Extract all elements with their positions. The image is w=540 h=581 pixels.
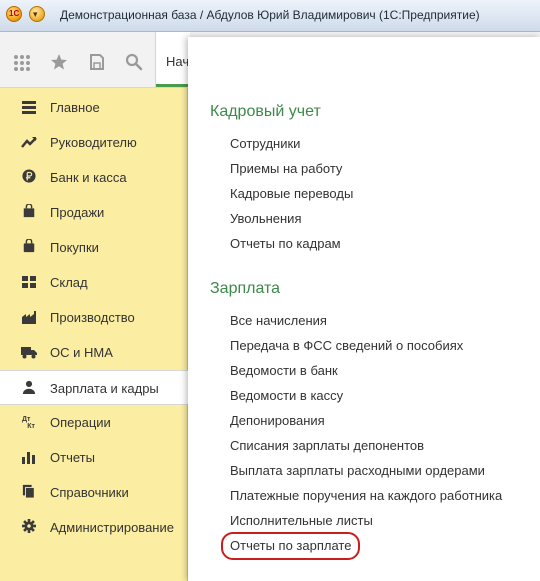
operations-icon: Дт Кт: [22, 416, 36, 428]
sidebar-item-label: Администрирование: [50, 520, 174, 535]
sidebar-item-label: Зарплата и кадры: [50, 381, 159, 396]
link-bank-statements[interactable]: Ведомости в банк: [230, 363, 338, 378]
sidebar-item-label: Продажи: [50, 205, 105, 220]
link-dismissals[interactable]: Увольнения: [230, 211, 301, 226]
section-title-hr: Кадровый учет: [210, 103, 321, 120]
sidebar-item-label: Главное: [50, 100, 100, 115]
sidebar-item-sales[interactable]: Продажи: [0, 195, 188, 230]
svg-text:Дт: Дт: [22, 416, 31, 423]
bar-chart-icon: [22, 452, 35, 464]
sidebar-item-warehouse[interactable]: Склад: [0, 265, 188, 300]
link-employees[interactable]: Сотрудники: [230, 136, 300, 151]
section-panel: Кадровый учет Сотрудники Приемы на работ…: [188, 37, 540, 581]
gear-icon: [22, 519, 36, 533]
sidebar-item-catalogs[interactable]: Справочники: [0, 475, 188, 510]
sidebar-item-fixed-assets[interactable]: ОС и НМА: [0, 335, 188, 370]
link-depositing[interactable]: Депонирования: [230, 413, 325, 428]
sidebar-item-label: Склад: [50, 275, 88, 290]
sidebar-item-manager[interactable]: Руководителю: [0, 125, 188, 160]
sidebar-item-main[interactable]: Главное: [0, 90, 188, 125]
link-transfers[interactable]: Кадровые переводы: [230, 186, 353, 201]
books-icon: [22, 484, 35, 498]
warehouse-icon: [22, 276, 36, 288]
link-salary-reports[interactable]: Отчеты по зарплате: [230, 538, 351, 553]
sidebar-item-purchases[interactable]: Покупки: [0, 230, 188, 265]
link-cash-order-payments[interactable]: Выплата зарплаты расходными ордерами: [230, 463, 485, 478]
link-writs-of-execution[interactable]: Исполнительные листы: [230, 513, 373, 528]
link-hirings[interactable]: Приемы на работу: [230, 161, 342, 176]
sidebar-item-label: ОС и НМА: [50, 345, 113, 360]
svg-text:Кт: Кт: [27, 423, 35, 428]
factory-icon: [22, 311, 36, 324]
sidebar-item-label: Отчеты: [50, 450, 95, 465]
sidebar-item-reports[interactable]: Отчеты: [0, 440, 188, 475]
sidebar-item-label: Справочники: [50, 485, 129, 500]
bag-icon: [23, 204, 35, 218]
search-icon[interactable]: [125, 53, 143, 71]
sidebar-item-label: Покупки: [50, 240, 99, 255]
app-logo-icon[interactable]: 1С: [6, 6, 22, 22]
person-icon: [22, 380, 36, 394]
list-icon: [22, 101, 36, 114]
sidebar-item-label: Производство: [50, 310, 135, 325]
window-title: Демонстрационная база / Абдулов Юрий Вла…: [60, 8, 480, 22]
sidebar-item-administration[interactable]: Администрирование: [0, 510, 188, 545]
title-bar: 1С ▾ Демонстрационная база / Абдулов Юри…: [0, 0, 540, 32]
active-tab-indicator: [156, 84, 191, 87]
link-depositor-writeoffs[interactable]: Списания зарплаты депонентов: [230, 438, 424, 453]
link-all-accruals[interactable]: Все начисления: [230, 313, 327, 328]
truck-icon: [21, 347, 37, 359]
link-fss-benefits[interactable]: Передача в ФСС сведений о пособиях: [230, 338, 463, 353]
cart-icon: [23, 239, 35, 253]
main-menu-icon[interactable]: ▾: [29, 6, 45, 22]
tab-start-page[interactable]: Нача: [155, 32, 196, 87]
favorites-star-icon[interactable]: [50, 53, 68, 71]
sidebar-item-production[interactable]: Производство: [0, 300, 188, 335]
sidebar-item-operations[interactable]: Дт Кт Операции: [0, 405, 188, 440]
sidebar-item-label: Руководителю: [50, 135, 137, 150]
grid-menu-icon[interactable]: [13, 54, 31, 72]
sidebar-item-label: Операции: [50, 415, 111, 430]
link-cash-statements[interactable]: Ведомости в кассу: [230, 388, 343, 403]
ruble-icon: [22, 169, 36, 183]
section-title-salary: Зарплата: [210, 280, 281, 297]
history-icon[interactable]: [88, 53, 106, 71]
link-payment-orders-per-employee[interactable]: Платежные поручения на каждого работника: [230, 488, 502, 503]
sections-sidebar: Главное Руководителю Банк и касса Продаж…: [0, 88, 189, 581]
sidebar-item-salary-hr[interactable]: Зарплата и кадры: [0, 370, 189, 405]
sidebar-item-label: Банк и касса: [50, 170, 127, 185]
trend-icon: [21, 137, 37, 148]
link-hr-reports[interactable]: Отчеты по кадрам: [230, 236, 341, 251]
sidebar-item-bank[interactable]: Банк и касса: [0, 160, 188, 195]
